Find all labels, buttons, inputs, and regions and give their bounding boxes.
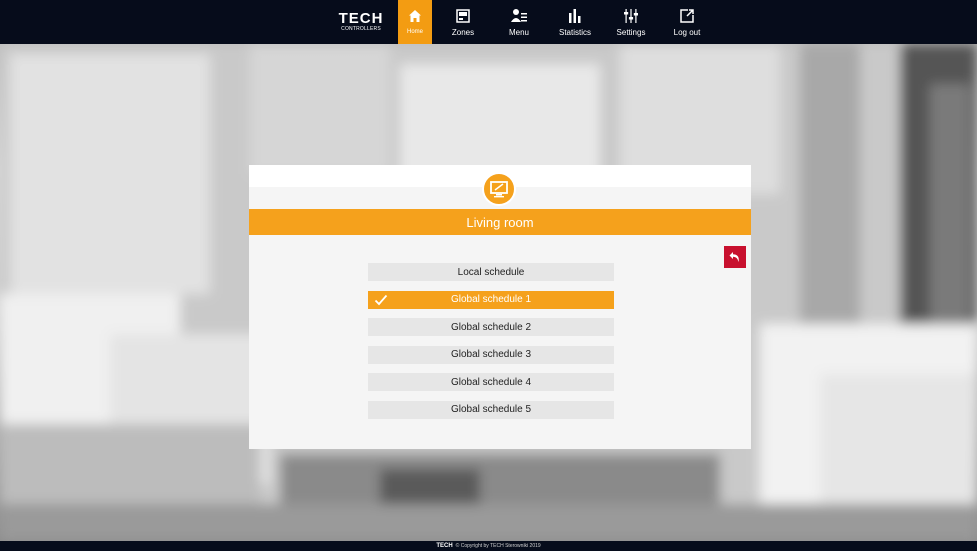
nav-settings[interactable]: Settings [606,0,656,44]
zones-icon [455,6,471,26]
page: TECH CONTROLLERS Home Zones Menu Statist… [0,0,977,551]
nav-logout-label: Log out [673,28,701,37]
schedule-option-global-1[interactable]: Global schedule 1 [368,290,614,309]
schedule-option-label: Global schedule 3 [450,349,532,360]
footer: TECH © Copyright by TECH Sterowniki 2019 [0,541,977,551]
zone-title: Living room [249,209,751,235]
logo-brand: TECH [338,9,384,27]
nav-menu-label: Menu [508,28,529,37]
logo-tagline: CONTROLLERS [341,25,381,32]
nav-logout[interactable]: Log out [662,0,712,44]
schedule-panel: Living room Local schedule Global schedu… [249,165,751,449]
home-icon [408,6,422,26]
copyright-text: © Copyright by TECH Sterowniki 2019 [455,543,541,549]
schedule-option-label: Global schedule 4 [450,376,532,388]
main-nav: TECH CONTROLLERS Home Zones Menu Statist… [339,0,718,44]
schedule-option-global-2[interactable]: Global schedule 2 [368,318,614,336]
logout-icon [679,6,695,26]
nav-settings-label: Settings [616,28,646,37]
checkmark-icon [374,294,388,305]
nav-menu[interactable]: Menu [494,0,544,44]
back-button[interactable] [724,246,746,268]
schedule-option-label: Global schedule 2 [450,321,532,333]
footer-brand: TECH [436,543,453,549]
monitor-icon [482,172,516,206]
tech-logo: TECH CONTROLLERS [339,0,383,44]
schedule-list: Local schedule Global schedule 1 Global … [368,263,614,428]
nav-statistics-label: Statistics [558,28,591,37]
settings-icon [623,6,639,26]
schedule-option-label: Global schedule 5 [450,404,532,415]
nav-zones-label: Zones [451,28,475,37]
nav-statistics[interactable]: Statistics [550,0,600,44]
nav-home[interactable]: Home [398,0,432,44]
back-arrow-icon [729,252,739,262]
nav-home-label: Home [406,29,423,35]
schedule-option-global-3[interactable]: Global schedule 3 [368,345,614,364]
nav-zones[interactable]: Zones [438,0,488,44]
schedule-option-global-5[interactable]: Global schedule 5 [368,400,614,419]
top-navigation-bar: TECH CONTROLLERS Home Zones Menu Statist… [0,0,977,44]
schedule-option-label: Global schedule 1 [450,294,532,305]
statistics-icon [567,6,583,26]
menu-icon [511,6,527,26]
schedule-option-global-4[interactable]: Global schedule 4 [368,373,614,391]
schedule-option-label: Local schedule [457,266,525,278]
schedule-option-local[interactable]: Local schedule [368,263,614,281]
